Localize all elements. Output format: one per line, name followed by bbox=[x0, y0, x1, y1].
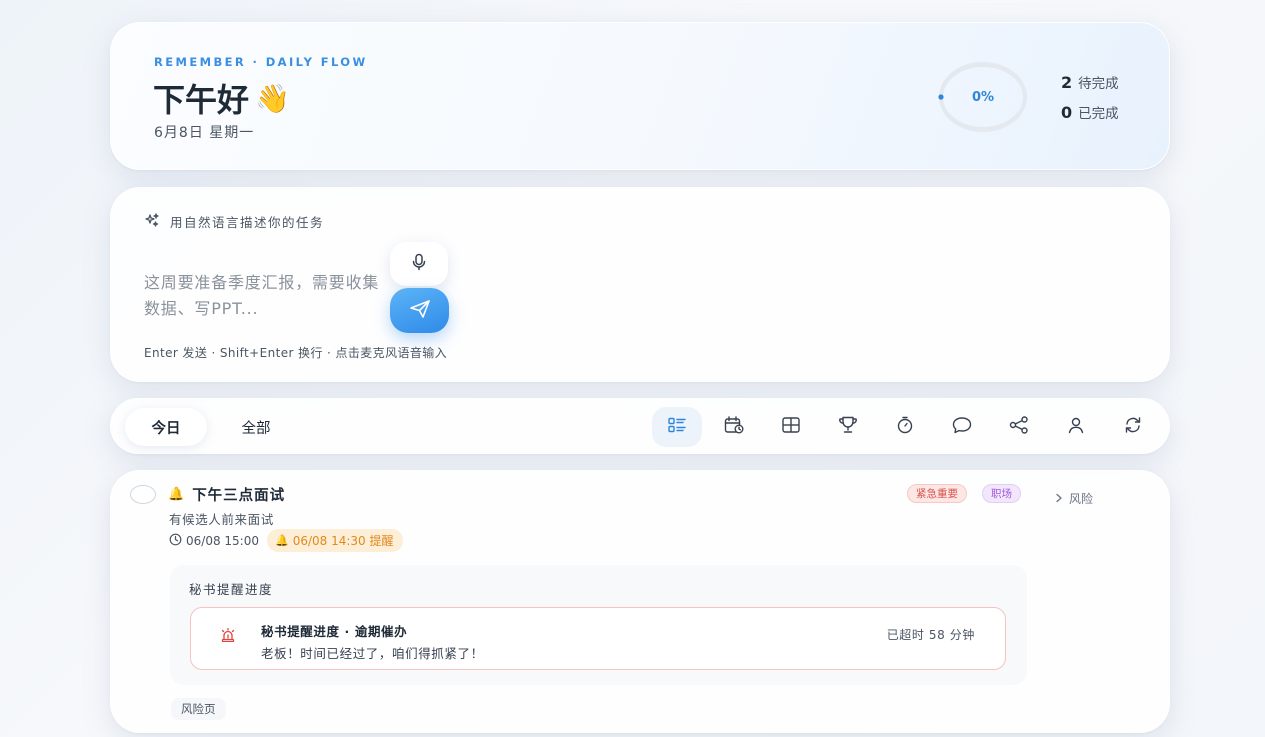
alert-title: 秘书提醒进度 · 逾期催办 bbox=[261, 624, 408, 639]
calendar-view-button[interactable] bbox=[709, 407, 759, 447]
grid-view-icon bbox=[782, 417, 800, 437]
focus-timer-button[interactable] bbox=[880, 407, 930, 447]
risk-toggle-label: 风险 bbox=[1069, 492, 1094, 506]
chevron-right-icon bbox=[1055, 492, 1063, 506]
alarm-icon bbox=[220, 627, 236, 646]
achievements-button[interactable] bbox=[823, 407, 873, 447]
due-time-label: 06/08 15:00 bbox=[186, 533, 259, 548]
wave-icon: 👋 bbox=[255, 81, 290, 115]
task-title[interactable]: 下午三点面试 bbox=[192, 484, 285, 505]
priority-tag: 紧急重要 bbox=[907, 484, 967, 503]
task-description: 有候选人前来面试 bbox=[169, 512, 274, 527]
progress-percent: 0% bbox=[971, 89, 995, 105]
pending-label: 待完成 bbox=[1078, 76, 1119, 92]
trophy-icon bbox=[838, 416, 858, 438]
progress-ring: 0% bbox=[937, 61, 1029, 133]
microphone-icon bbox=[411, 253, 427, 275]
task-title-row: 🔔 下午三点面试 bbox=[168, 484, 285, 505]
chat-icon bbox=[952, 416, 972, 438]
microphone-button[interactable] bbox=[390, 242, 448, 286]
current-date: 6月8日 星期一 bbox=[154, 125, 255, 141]
clock-icon bbox=[169, 533, 182, 549]
send-icon bbox=[409, 299, 431, 323]
composer-hint: 用自然语言描述你的任务 bbox=[144, 212, 324, 231]
task-item: 🔔 下午三点面试 有候选人前来面试 06/08 15:00 🔔 06/08 14… bbox=[110, 470, 1170, 733]
app-eyebrow: REMEMBER · DAILY FLOW bbox=[154, 55, 368, 69]
overdue-duration: 已超时 58 分钟 bbox=[886, 628, 975, 642]
list-view-icon bbox=[668, 417, 686, 437]
sparkle-icon bbox=[144, 212, 160, 231]
done-label: 已完成 bbox=[1078, 106, 1119, 122]
composer-hint-label: 用自然语言描述你的任务 bbox=[170, 215, 325, 230]
grid-view-button[interactable] bbox=[766, 407, 816, 447]
refresh-icon bbox=[1124, 416, 1142, 438]
task-input[interactable]: 这周要准备季度汇报，需要收集数据、写PPT... bbox=[144, 270, 384, 330]
task-meta: 06/08 15:00 🔔 06/08 14:30 提醒 bbox=[169, 529, 404, 552]
header-card: REMEMBER · DAILY FLOW 下午好 👋 6月8日 星期一 0% … bbox=[110, 22, 1170, 170]
profile-icon bbox=[1067, 416, 1085, 438]
alert-message: 老板！时间已经过了，咱们得抓紧了！ bbox=[261, 646, 484, 661]
reminder-bell-icon: 🔔 bbox=[274, 534, 289, 547]
filter-toolbar: 今日 全部 bbox=[110, 398, 1170, 454]
reminder-badge[interactable]: 🔔 06/08 14:30 提醒 bbox=[266, 529, 404, 552]
tab-all[interactable]: 全部 bbox=[221, 408, 291, 446]
timer-icon bbox=[896, 416, 914, 438]
share-button[interactable] bbox=[994, 407, 1044, 447]
due-time: 06/08 15:00 bbox=[169, 533, 259, 549]
greeting: 下午好 👋 bbox=[153, 75, 290, 121]
refresh-button[interactable] bbox=[1108, 407, 1158, 447]
done-stat: 0 已完成 bbox=[1061, 102, 1119, 122]
chat-button[interactable] bbox=[937, 407, 987, 447]
task-composer: 用自然语言描述你的任务 这周要准备季度汇报，需要收集数据、写PPT... Ent… bbox=[110, 187, 1170, 382]
bell-icon: 🔔 bbox=[168, 487, 185, 502]
overdue-alert: 秘书提醒进度 · 逾期催办 老板！时间已经过了，咱们得抓紧了！ 已超时 58 分… bbox=[190, 607, 1006, 670]
risk-toggle[interactable]: 风险 bbox=[1055, 490, 1093, 507]
pending-count: 2 bbox=[1061, 73, 1073, 92]
secretary-progress-panel: 秘书提醒进度 秘书提醒进度 · 逾期催办 老板！时间已经过了，咱们得抓紧了！ 已… bbox=[170, 565, 1027, 685]
shortcut-hint: Enter 发送 · Shift+Enter 换行 · 点击麦克风语音输入 bbox=[144, 346, 448, 360]
profile-button[interactable] bbox=[1051, 407, 1101, 447]
calendar-view-icon bbox=[724, 416, 744, 438]
send-button[interactable] bbox=[390, 288, 449, 333]
task-complete-checkbox[interactable] bbox=[130, 485, 156, 504]
secretary-title: 秘书提醒进度 bbox=[189, 582, 274, 597]
done-count: 0 bbox=[1061, 103, 1073, 122]
risk-page-link[interactable]: 风险页 bbox=[171, 698, 226, 720]
reminder-label: 06/08 14:30 提醒 bbox=[292, 534, 394, 548]
greeting-text: 下午好 bbox=[153, 81, 250, 119]
tab-today[interactable]: 今日 bbox=[125, 408, 207, 446]
pending-stat: 2 待完成 bbox=[1061, 72, 1119, 92]
share-icon bbox=[1009, 416, 1029, 438]
category-tag: 职场 bbox=[982, 484, 1021, 503]
list-view-button[interactable] bbox=[652, 407, 702, 447]
